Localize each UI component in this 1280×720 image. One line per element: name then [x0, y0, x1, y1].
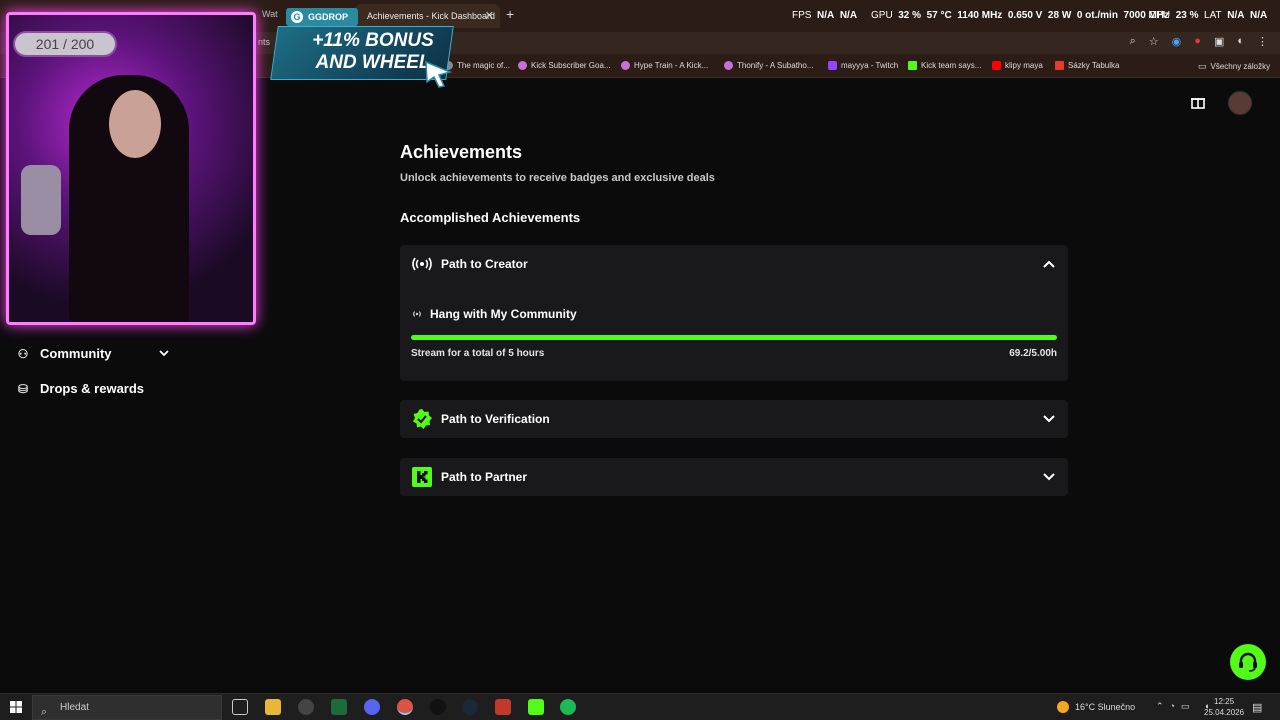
star-icon[interactable]: ☆ [1149, 35, 1159, 48]
bookmark-item[interactable]: Thonify - A Subatho... [724, 61, 814, 70]
bookmarks-folder[interactable]: ▭ Všechny záložky [1198, 61, 1270, 72]
new-tab-button[interactable]: + [506, 6, 514, 22]
taskbar: ⌕ Hledat 16°C Slunečno ⌃◔▭ ◖ 12:25 25.04… [0, 693, 1280, 720]
youtube-icon [992, 61, 1001, 70]
sun-icon [1057, 701, 1069, 713]
path-partner-card[interactable]: Path to Partner [400, 458, 1068, 496]
file-explorer-icon[interactable] [265, 699, 281, 715]
tiktok-icon[interactable] [430, 699, 446, 715]
bookmark-item[interactable]: mayyya - Twitch [828, 61, 898, 70]
menu-icon[interactable]: ⋮ [1257, 35, 1268, 48]
streamelements-icon [518, 61, 527, 70]
kick-app-icon[interactable] [528, 699, 544, 715]
bookmark-item[interactable]: Hype Train - A Kick... [621, 61, 708, 70]
task-view-icon[interactable] [232, 699, 248, 715]
discord-icon[interactable] [364, 699, 380, 715]
chevron-down-icon[interactable] [1042, 470, 1056, 484]
chrome-icon[interactable] [397, 699, 413, 715]
search-icon: ⌕ [41, 706, 48, 718]
bookmark-item[interactable]: Kick team says... [908, 61, 981, 70]
address-bar-icons: ⌕ ☆ ◉ ● ▣ ◐ ⋮ [1130, 35, 1268, 48]
page-subtitle: Unlock achievements to receive badges an… [400, 172, 715, 184]
broadcast-icon [412, 257, 432, 271]
path-partner-header[interactable]: Path to Partner [412, 458, 527, 496]
broadcast-small-icon [413, 311, 421, 317]
kick-icon [908, 61, 917, 70]
chevron-down-icon[interactable] [1042, 412, 1056, 426]
osd-fps: FPS N/A N/A [792, 10, 858, 21]
osd-gpu: GPU 32 % 57 °C 1140 MHz 0.650 V 28 W 0 o… [871, 10, 1170, 21]
headset-icon [1239, 652, 1257, 672]
chevron-down-icon[interactable] [158, 347, 170, 359]
avatar[interactable] [1228, 91, 1252, 115]
path-creator-label: Path to Creator [441, 257, 528, 271]
section-title: Accomplished Achievements [400, 210, 581, 225]
bookmark-item[interactable]: Kick Subscriber Goa... [518, 61, 611, 70]
path-verification-header[interactable]: Path to Verification [412, 400, 550, 438]
extensions-icon[interactable]: ▣ [1214, 35, 1224, 48]
achievement-progress-text: 69.2/5.00h [1009, 348, 1057, 359]
excel-icon[interactable] [331, 699, 347, 715]
streaming-app-icon[interactable] [495, 699, 511, 715]
adblock-icon[interactable]: ● [1194, 35, 1201, 48]
cursor-arrow-icon [425, 60, 453, 88]
streamer-face [109, 90, 161, 158]
sidebar-item-label: Drops & rewards [40, 381, 145, 396]
path-partner-label: Path to Partner [441, 470, 528, 484]
community-icon: ⚇ [17, 346, 29, 361]
bookmark-item[interactable]: klipy maya [992, 61, 1043, 70]
extension-wave-icon[interactable]: ◉ [1172, 35, 1182, 48]
ad-tag: G GGDROP [286, 8, 358, 26]
taskbar-clock[interactable]: 12:25 25.04.2026 [1204, 696, 1244, 718]
sheet-icon [1055, 61, 1064, 70]
notifications-icon[interactable]: ▤ [1252, 701, 1262, 714]
sub-count-badge: 201 / 200 [13, 31, 117, 57]
streamelements-icon [621, 61, 630, 70]
gift-icon[interactable] [1190, 94, 1206, 110]
achievement-requirement: Stream for a total of 5 hours [411, 348, 545, 359]
path-creator-header[interactable]: Path to Creator [412, 245, 528, 283]
weather-widget[interactable]: 16°C Slunečno [1057, 701, 1135, 713]
sidebar-item-label: Community [40, 346, 112, 361]
kick-logo-icon [412, 467, 432, 487]
page-title: Achievements [400, 142, 523, 162]
webcam-overlay: 201 / 200 [6, 12, 256, 325]
achievement-progress-bar [411, 335, 1057, 340]
osd-cpu: CPU 23 % LAT N/A N/A [1149, 10, 1268, 21]
sidebar-item-drops[interactable]: ⛁ Drops & rewards [16, 381, 144, 396]
path-creator-card: Path to Creator Hang with My Community S… [400, 245, 1068, 381]
sidebar-item-community[interactable]: ⚇ Community [16, 346, 112, 361]
achievement-progress-fill [411, 335, 1057, 340]
zoom-icon[interactable]: ⌕ [1130, 35, 1136, 48]
windows-start-icon[interactable] [10, 701, 22, 713]
drops-icon: ⛁ [17, 381, 29, 396]
ggdrop-logo-icon: G [291, 11, 303, 23]
spotify-icon[interactable] [560, 699, 576, 715]
bookmark-item[interactable]: Sázky Tabulka [1055, 61, 1119, 70]
folder-icon: ▭ [1198, 61, 1207, 71]
screen: Wat Achievements - Kick Dashboard ✕ + FP… [0, 0, 1280, 720]
taskbar-search[interactable]: ⌕ Hledat [32, 695, 222, 720]
twitch-icon [828, 61, 837, 70]
verified-badge-icon [413, 409, 432, 429]
obs-icon[interactable] [298, 699, 314, 715]
achievement-title: Hang with My Community [411, 307, 577, 321]
close-icon[interactable]: ✕ [485, 4, 494, 28]
microphone-icon [21, 165, 61, 235]
steam-icon[interactable] [462, 699, 478, 715]
support-chat-button[interactable] [1230, 644, 1266, 680]
streamelements-icon [724, 61, 733, 70]
ggdrop-ad-overlay: G GGDROP +11% BONUS AND WHEEL [268, 6, 458, 88]
path-verification-card[interactable]: Path to Verification [400, 400, 1068, 438]
profile-icon[interactable]: ◐ [1237, 35, 1244, 48]
chevron-up-icon[interactable] [1042, 257, 1056, 271]
path-verification-label: Path to Verification [441, 412, 550, 426]
